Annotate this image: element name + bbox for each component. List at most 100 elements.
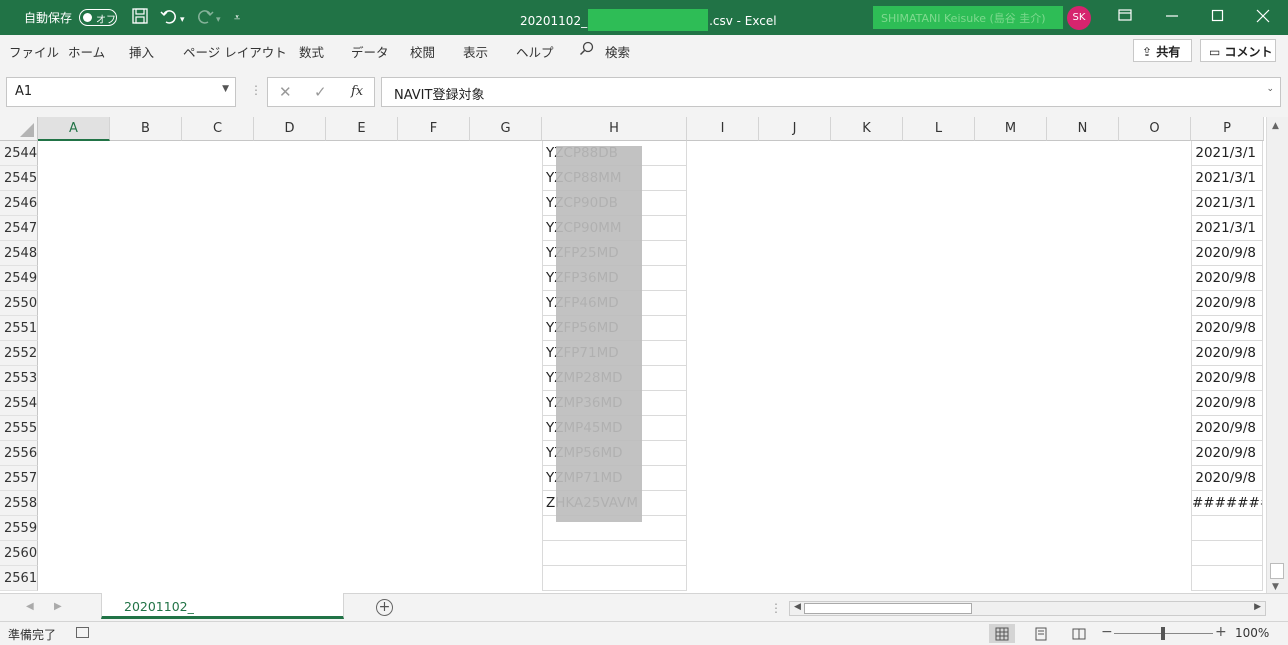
cell-p[interactable]: 2021/3/1: [1191, 141, 1263, 166]
horizontal-scrollbar[interactable]: ◀ ▶: [789, 601, 1266, 616]
share-button[interactable]: ⇪ 共有: [1133, 39, 1192, 62]
column-header-l[interactable]: L: [903, 117, 975, 141]
cell-p[interactable]: [1191, 566, 1263, 591]
prev-sheet-icon[interactable]: ◀: [26, 601, 34, 612]
row-header[interactable]: 2545: [0, 166, 38, 191]
tab-insert[interactable]: 挿入: [129, 42, 154, 61]
cell-h[interactable]: [542, 541, 687, 566]
ribbon-display-options-icon[interactable]: [1117, 7, 1133, 27]
column-header-j[interactable]: J: [759, 117, 831, 141]
zoom-level[interactable]: 100%: [1235, 626, 1269, 640]
enter-icon[interactable]: ✓: [314, 83, 327, 101]
row-header[interactable]: 2552: [0, 341, 38, 366]
scroll-down-icon[interactable]: ▼: [1272, 582, 1279, 592]
user-name[interactable]: SHIMATANI Keisuke (島谷 圭介): [873, 6, 1063, 29]
column-header-i[interactable]: I: [687, 117, 759, 141]
avatar[interactable]: SK: [1067, 6, 1091, 30]
tab-help[interactable]: ヘルプ: [516, 42, 554, 61]
row-header[interactable]: 2555: [0, 416, 38, 441]
cell-p[interactable]: [1191, 541, 1263, 566]
next-sheet-icon[interactable]: ▶: [54, 601, 62, 612]
column-header-f[interactable]: F: [398, 117, 470, 141]
column-header-k[interactable]: K: [831, 117, 903, 141]
cell-p[interactable]: [1191, 516, 1263, 541]
tab-view[interactable]: 表示: [463, 42, 488, 61]
cell-p[interactable]: 2020/9/8: [1191, 316, 1263, 341]
row-header[interactable]: 2547: [0, 216, 38, 241]
formula-bar-splitter-icon[interactable]: ⋮: [250, 83, 262, 97]
row-header[interactable]: 2557: [0, 466, 38, 491]
macro-record-icon[interactable]: [76, 627, 89, 638]
row-header[interactable]: 2549: [0, 266, 38, 291]
maximize-icon[interactable]: [1211, 7, 1225, 27]
undo-dropdown-icon[interactable]: ▾: [180, 10, 185, 30]
insert-function-icon[interactable]: fx: [351, 84, 363, 99]
column-header-a[interactable]: A: [38, 117, 110, 141]
zoom-in-icon[interactable]: +: [1215, 624, 1227, 640]
cell-p[interactable]: #######: [1191, 491, 1263, 516]
customize-quick-access-icon[interactable]: ⩡: [234, 8, 240, 28]
minimize-icon[interactable]: [1165, 7, 1179, 27]
row-header[interactable]: 2553: [0, 366, 38, 391]
column-header-c[interactable]: C: [182, 117, 254, 141]
cell-p[interactable]: 2020/9/8: [1191, 291, 1263, 316]
row-header[interactable]: 2559: [0, 516, 38, 541]
column-header-e[interactable]: E: [326, 117, 398, 141]
column-header-h[interactable]: H: [542, 117, 687, 141]
row-header[interactable]: 2551: [0, 316, 38, 341]
vertical-scrollbar[interactable]: ▲ ▼: [1266, 117, 1288, 593]
column-header-o[interactable]: O: [1119, 117, 1191, 141]
row-header[interactable]: 2558: [0, 491, 38, 516]
name-box-dropdown-icon[interactable]: ▼: [222, 84, 229, 94]
name-box[interactable]: A1 ▼: [6, 77, 236, 107]
expand-formula-bar-icon[interactable]: ⌄: [1266, 84, 1274, 94]
vertical-scroll-thumb[interactable]: [1270, 563, 1284, 579]
cell-p[interactable]: 2020/9/8: [1191, 341, 1263, 366]
column-header-n[interactable]: N: [1047, 117, 1119, 141]
cell-p[interactable]: 2020/9/8: [1191, 391, 1263, 416]
row-header[interactable]: 2554: [0, 391, 38, 416]
search-icon[interactable]: [579, 41, 594, 59]
row-header[interactable]: 2561: [0, 566, 38, 591]
tab-data[interactable]: データ: [351, 42, 389, 61]
cell-p[interactable]: 2021/3/1: [1191, 216, 1263, 241]
column-header-b[interactable]: B: [110, 117, 182, 141]
row-header[interactable]: 2548: [0, 241, 38, 266]
scroll-right-icon[interactable]: ▶: [1254, 602, 1261, 612]
page-break-view-icon[interactable]: [1066, 624, 1092, 643]
cell-p[interactable]: 2020/9/8: [1191, 416, 1263, 441]
add-sheet-icon[interactable]: +: [376, 599, 393, 616]
column-header-m[interactable]: M: [975, 117, 1047, 141]
page-layout-view-icon[interactable]: [1028, 624, 1054, 643]
tab-file[interactable]: ファイル: [9, 42, 59, 61]
zoom-slider-thumb[interactable]: [1161, 627, 1165, 640]
tab-formulas[interactable]: 数式: [299, 42, 324, 61]
cell-p[interactable]: 2020/9/8: [1191, 241, 1263, 266]
cell-h[interactable]: [542, 566, 687, 591]
cell-p[interactable]: 2020/9/8: [1191, 366, 1263, 391]
cell-p[interactable]: 2021/3/1: [1191, 191, 1263, 216]
save-icon[interactable]: [131, 7, 149, 30]
sheet-tab-active[interactable]: 20201102_: [101, 593, 344, 619]
column-header-p[interactable]: P: [1191, 117, 1264, 141]
row-header[interactable]: 2556: [0, 441, 38, 466]
column-header-d[interactable]: D: [254, 117, 326, 141]
row-header[interactable]: 2544: [0, 141, 38, 166]
tab-home[interactable]: ホーム: [68, 42, 105, 61]
row-header[interactable]: 2550: [0, 291, 38, 316]
cell-p[interactable]: 2020/9/8: [1191, 441, 1263, 466]
horizontal-scroll-thumb[interactable]: [804, 603, 972, 614]
tab-page-layout[interactable]: ページ レイアウト: [183, 42, 287, 61]
scroll-up-icon[interactable]: ▲: [1272, 121, 1279, 131]
tab-review[interactable]: 校閲: [410, 42, 435, 61]
zoom-out-icon[interactable]: −: [1101, 624, 1113, 640]
row-header[interactable]: 2546: [0, 191, 38, 216]
cell-p[interactable]: 2021/3/1: [1191, 166, 1263, 191]
cancel-icon[interactable]: ✕: [279, 83, 292, 101]
cell-p[interactable]: 2020/9/8: [1191, 266, 1263, 291]
undo-icon[interactable]: [160, 7, 178, 30]
comment-button[interactable]: ▭ コメント: [1200, 39, 1276, 62]
row-header[interactable]: 2560: [0, 541, 38, 566]
autosave-toggle[interactable]: オフ: [79, 9, 117, 26]
normal-view-icon[interactable]: [989, 624, 1015, 643]
